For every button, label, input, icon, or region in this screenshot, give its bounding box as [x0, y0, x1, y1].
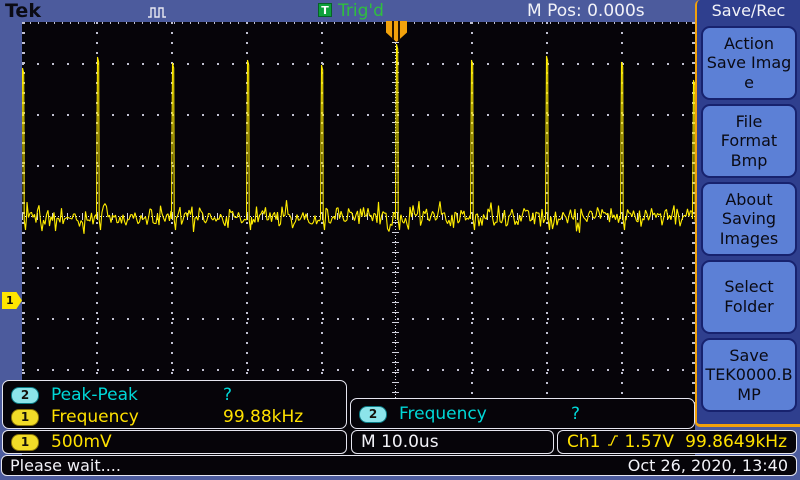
- header-bar: Tek T Trig'd M Pos: 0.000s: [0, 0, 800, 22]
- acquire-pulse-icon: [148, 4, 170, 23]
- measurement-value: 99.88kHz: [223, 407, 303, 427]
- measurement-row: 1 Frequency 99.88kHz: [11, 406, 346, 428]
- menu-button-about-saving-images[interactable]: About Saving Images: [701, 182, 797, 256]
- timebase-readout: M 10.0us: [351, 430, 554, 454]
- menu-button-action-save-image[interactable]: Action Save Image: [701, 26, 797, 100]
- channel-1-badge: 1: [11, 409, 39, 426]
- soft-menu: Save/Rec Action Save Image File Format B…: [695, 0, 800, 427]
- measurement-box-2: 2 Frequency ?: [350, 398, 695, 429]
- measurement-row: 2 Peak-Peak ?: [11, 384, 346, 406]
- status-bar: Please wait.... Oct 26, 2020, 13:40: [1, 455, 797, 476]
- menu-button-select-folder[interactable]: Select Folder: [701, 260, 797, 334]
- status-message: Please wait....: [10, 456, 121, 475]
- timebase-value: M 10.0us: [361, 432, 439, 452]
- datetime: Oct 26, 2020, 13:40: [628, 456, 788, 475]
- menu-title: Save/Rec: [697, 0, 800, 22]
- trigger-status: Trig'd: [338, 1, 384, 21]
- m-pos-readout: M Pos: 0.000s: [527, 1, 645, 21]
- measurement-value: ?: [571, 404, 580, 424]
- measurement-label: Frequency: [51, 407, 139, 427]
- trigger-source: Ch1: [567, 432, 600, 452]
- rising-edge-icon: [607, 432, 619, 452]
- measurement-row: 2 Frequency ?: [359, 403, 694, 425]
- channel-2-badge: 2: [11, 387, 39, 404]
- measurement-label: Peak-Peak: [51, 385, 138, 405]
- tek-logo: Tek: [5, 0, 41, 22]
- channel-1-badge: 1: [11, 434, 39, 451]
- ch1-volts-per-div: 500mV: [51, 432, 112, 452]
- trigger-readout: Ch1 1.57V 99.8649kHz: [557, 430, 797, 454]
- ch1-scale-readout: 1 500mV: [2, 430, 347, 454]
- channel-2-badge: 2: [359, 406, 387, 423]
- menu-button-file-format[interactable]: File Format Bmp: [701, 104, 797, 178]
- trigger-level: 1.57V: [624, 432, 673, 452]
- measurement-value: ?: [223, 385, 232, 405]
- trigger-frequency: 99.8649kHz: [685, 432, 787, 452]
- channel-1-ground-marker[interactable]: 1: [2, 292, 22, 309]
- measurement-label: Frequency: [399, 404, 487, 424]
- trigger-type-icon: T: [318, 3, 332, 17]
- menu-button-save-file[interactable]: Save TEK0000.BMP: [701, 338, 797, 412]
- measurement-box-1: 2 Peak-Peak ? 1 Frequency 99.88kHz: [2, 380, 347, 429]
